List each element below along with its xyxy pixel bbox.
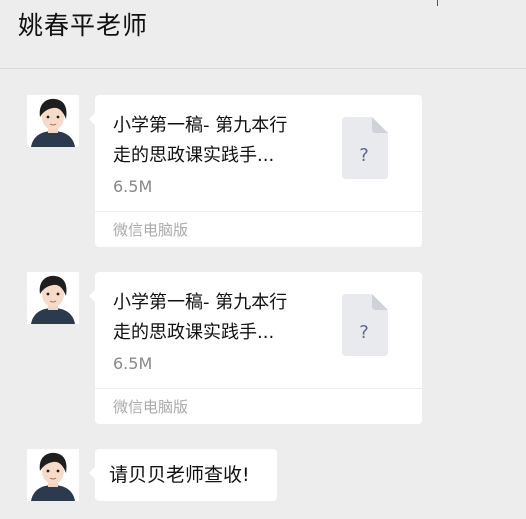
file-card[interactable]: 小学第一稿- 第九本行 走的思政课实践手... 6.5M ? 微信电脑版 <box>89 95 422 247</box>
file-size: 6.5M <box>113 354 153 373</box>
card-divider <box>95 388 422 389</box>
unknown-file-icon: ? <box>342 117 388 179</box>
file-name: 小学第一稿- 第九本行 走的思政课实践手... <box>113 111 323 171</box>
avatar[interactable] <box>27 272 79 324</box>
file-name-line-1: 小学第一稿- 第九本行 <box>113 115 288 136</box>
file-card[interactable]: 小学第一稿- 第九本行 走的思政课实践手... 6.5M ? 微信电脑版 <box>89 272 422 424</box>
chat-header: 姚春平老师 <box>0 0 526 69</box>
file-icon-glyph: ? <box>359 145 369 166</box>
file-name-line-2: 走的思政课实践手... <box>113 145 275 166</box>
avatar-illustration <box>27 272 79 324</box>
card-divider <box>95 211 422 212</box>
header-edge-mark <box>437 0 438 6</box>
file-icon-glyph: ? <box>359 322 369 343</box>
file-size: 6.5M <box>113 177 153 196</box>
avatar-illustration <box>27 95 79 147</box>
avatar[interactable] <box>27 449 79 501</box>
file-name-line-2: 走的思政课实践手... <box>113 322 275 343</box>
file-name-line-1: 小学第一稿- 第九本行 <box>113 292 288 313</box>
text-bubble[interactable]: 请贝贝老师查收! <box>89 449 277 501</box>
file-name: 小学第一稿- 第九本行 走的思政课实践手... <box>113 288 323 348</box>
file-source: 微信电脑版 <box>113 398 189 416</box>
avatar-illustration <box>27 449 79 501</box>
file-source: 微信电脑版 <box>113 221 189 239</box>
chat-title: 姚春平老师 <box>18 11 149 40</box>
unknown-file-icon: ? <box>342 294 388 356</box>
avatar[interactable] <box>27 95 79 147</box>
